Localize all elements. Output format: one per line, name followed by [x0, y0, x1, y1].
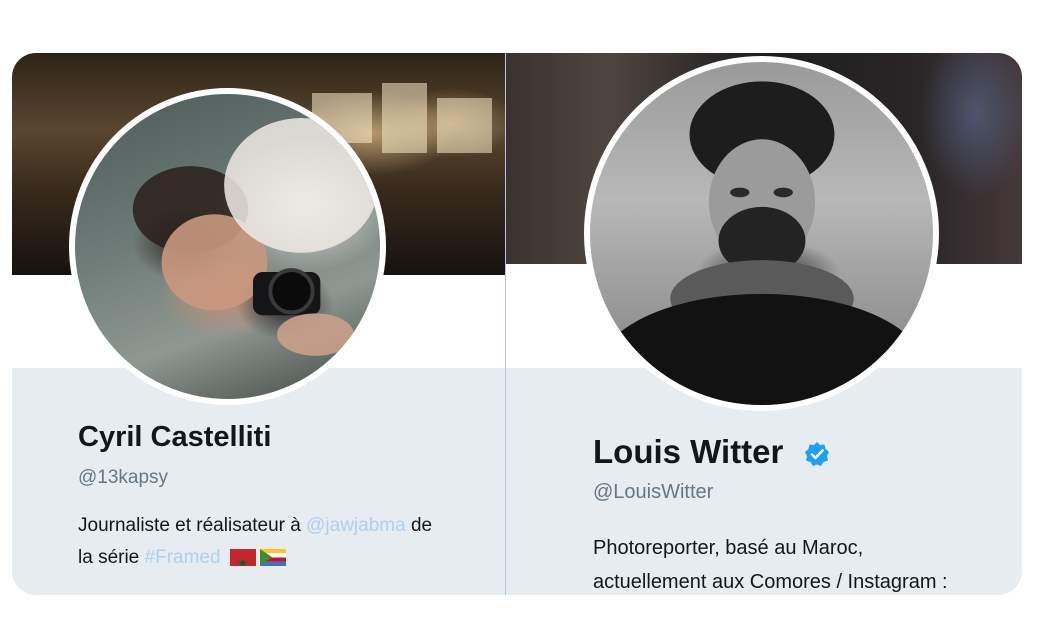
mention-link[interactable]: @jawjabma — [306, 515, 406, 536]
profile-bio: Journaliste et réalisateur à @jawjabma d… — [78, 510, 498, 574]
verified-badge-icon — [805, 442, 829, 466]
profile-card-cyril: Cyril Castelliti @13kapsy Journaliste et… — [12, 53, 505, 595]
avatar[interactable] — [69, 88, 386, 405]
comoros-flag-icon — [259, 549, 286, 566]
profile-bio: Photoreporter, basé au Maroc, actuelleme… — [593, 537, 948, 593]
hashtag-link[interactable]: #Framed — [145, 547, 221, 568]
profile-card-louis: Louis Witter @LouisWitter Photoreporter,… — [506, 53, 1022, 595]
profile-name[interactable]: Cyril Castelliti — [78, 421, 271, 454]
morocco-flag-icon — [229, 549, 256, 566]
avatar[interactable] — [584, 56, 939, 411]
profile-handle[interactable]: @LouisWitter — [593, 481, 713, 504]
profile-handle[interactable]: @13kapsy — [78, 467, 168, 489]
profile-comparison-image: Cyril Castelliti @13kapsy Journaliste et… — [12, 53, 1022, 595]
profile-name[interactable]: Louis Witter — [593, 433, 783, 471]
